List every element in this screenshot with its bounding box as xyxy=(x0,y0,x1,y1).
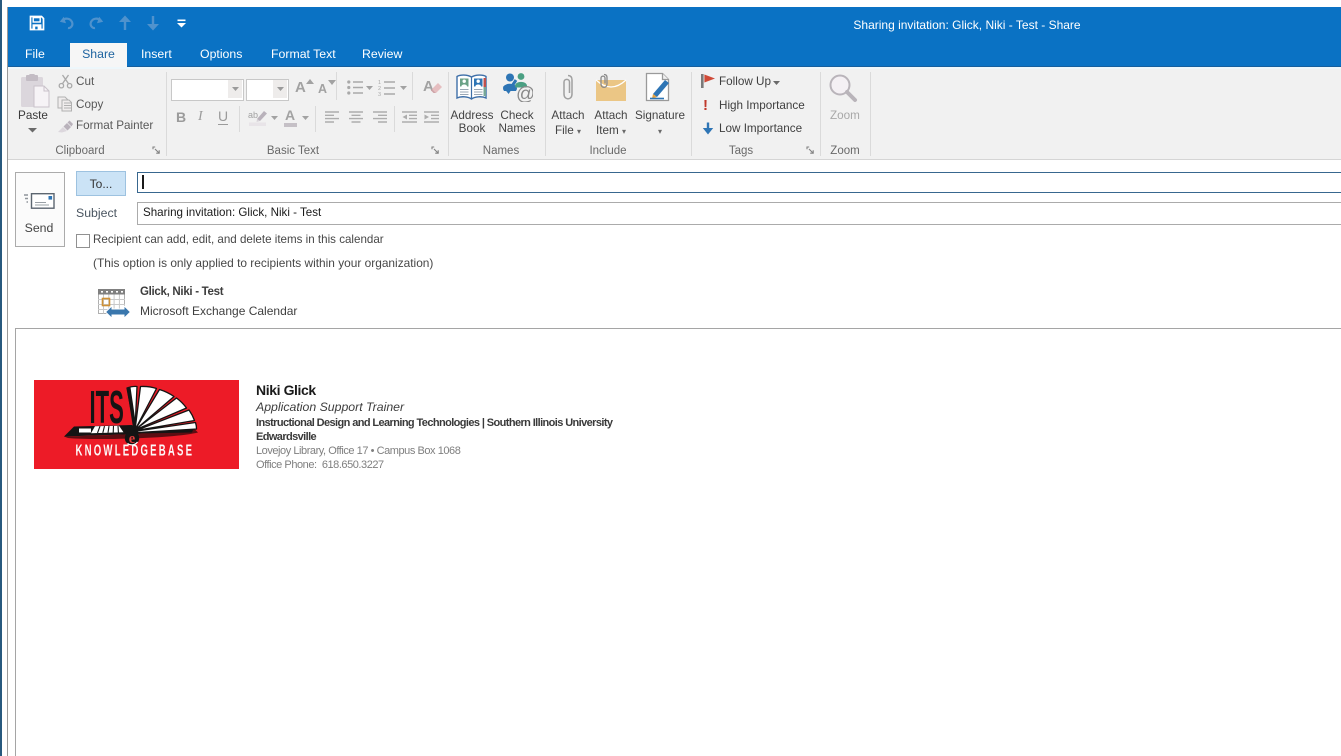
svg-text:3: 3 xyxy=(378,92,381,96)
svg-text:ab: ab xyxy=(248,110,258,120)
svg-text:@: @ xyxy=(516,84,533,102)
